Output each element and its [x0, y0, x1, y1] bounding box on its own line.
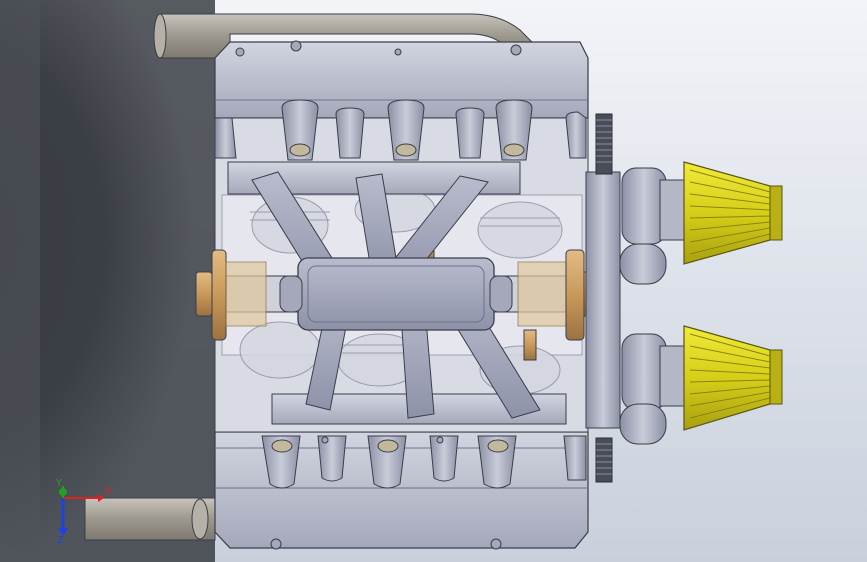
cad-viewport[interactable]: X Y Z: [0, 0, 867, 562]
triad-y-label: Y: [55, 478, 63, 489]
exhaust-tube-bottom[interactable]: [84, 497, 216, 541]
triad-x-label: X: [104, 486, 111, 497]
triad-z-label: Z: [57, 535, 64, 546]
engine-model-view[interactable]: X Y Z: [0, 0, 867, 562]
